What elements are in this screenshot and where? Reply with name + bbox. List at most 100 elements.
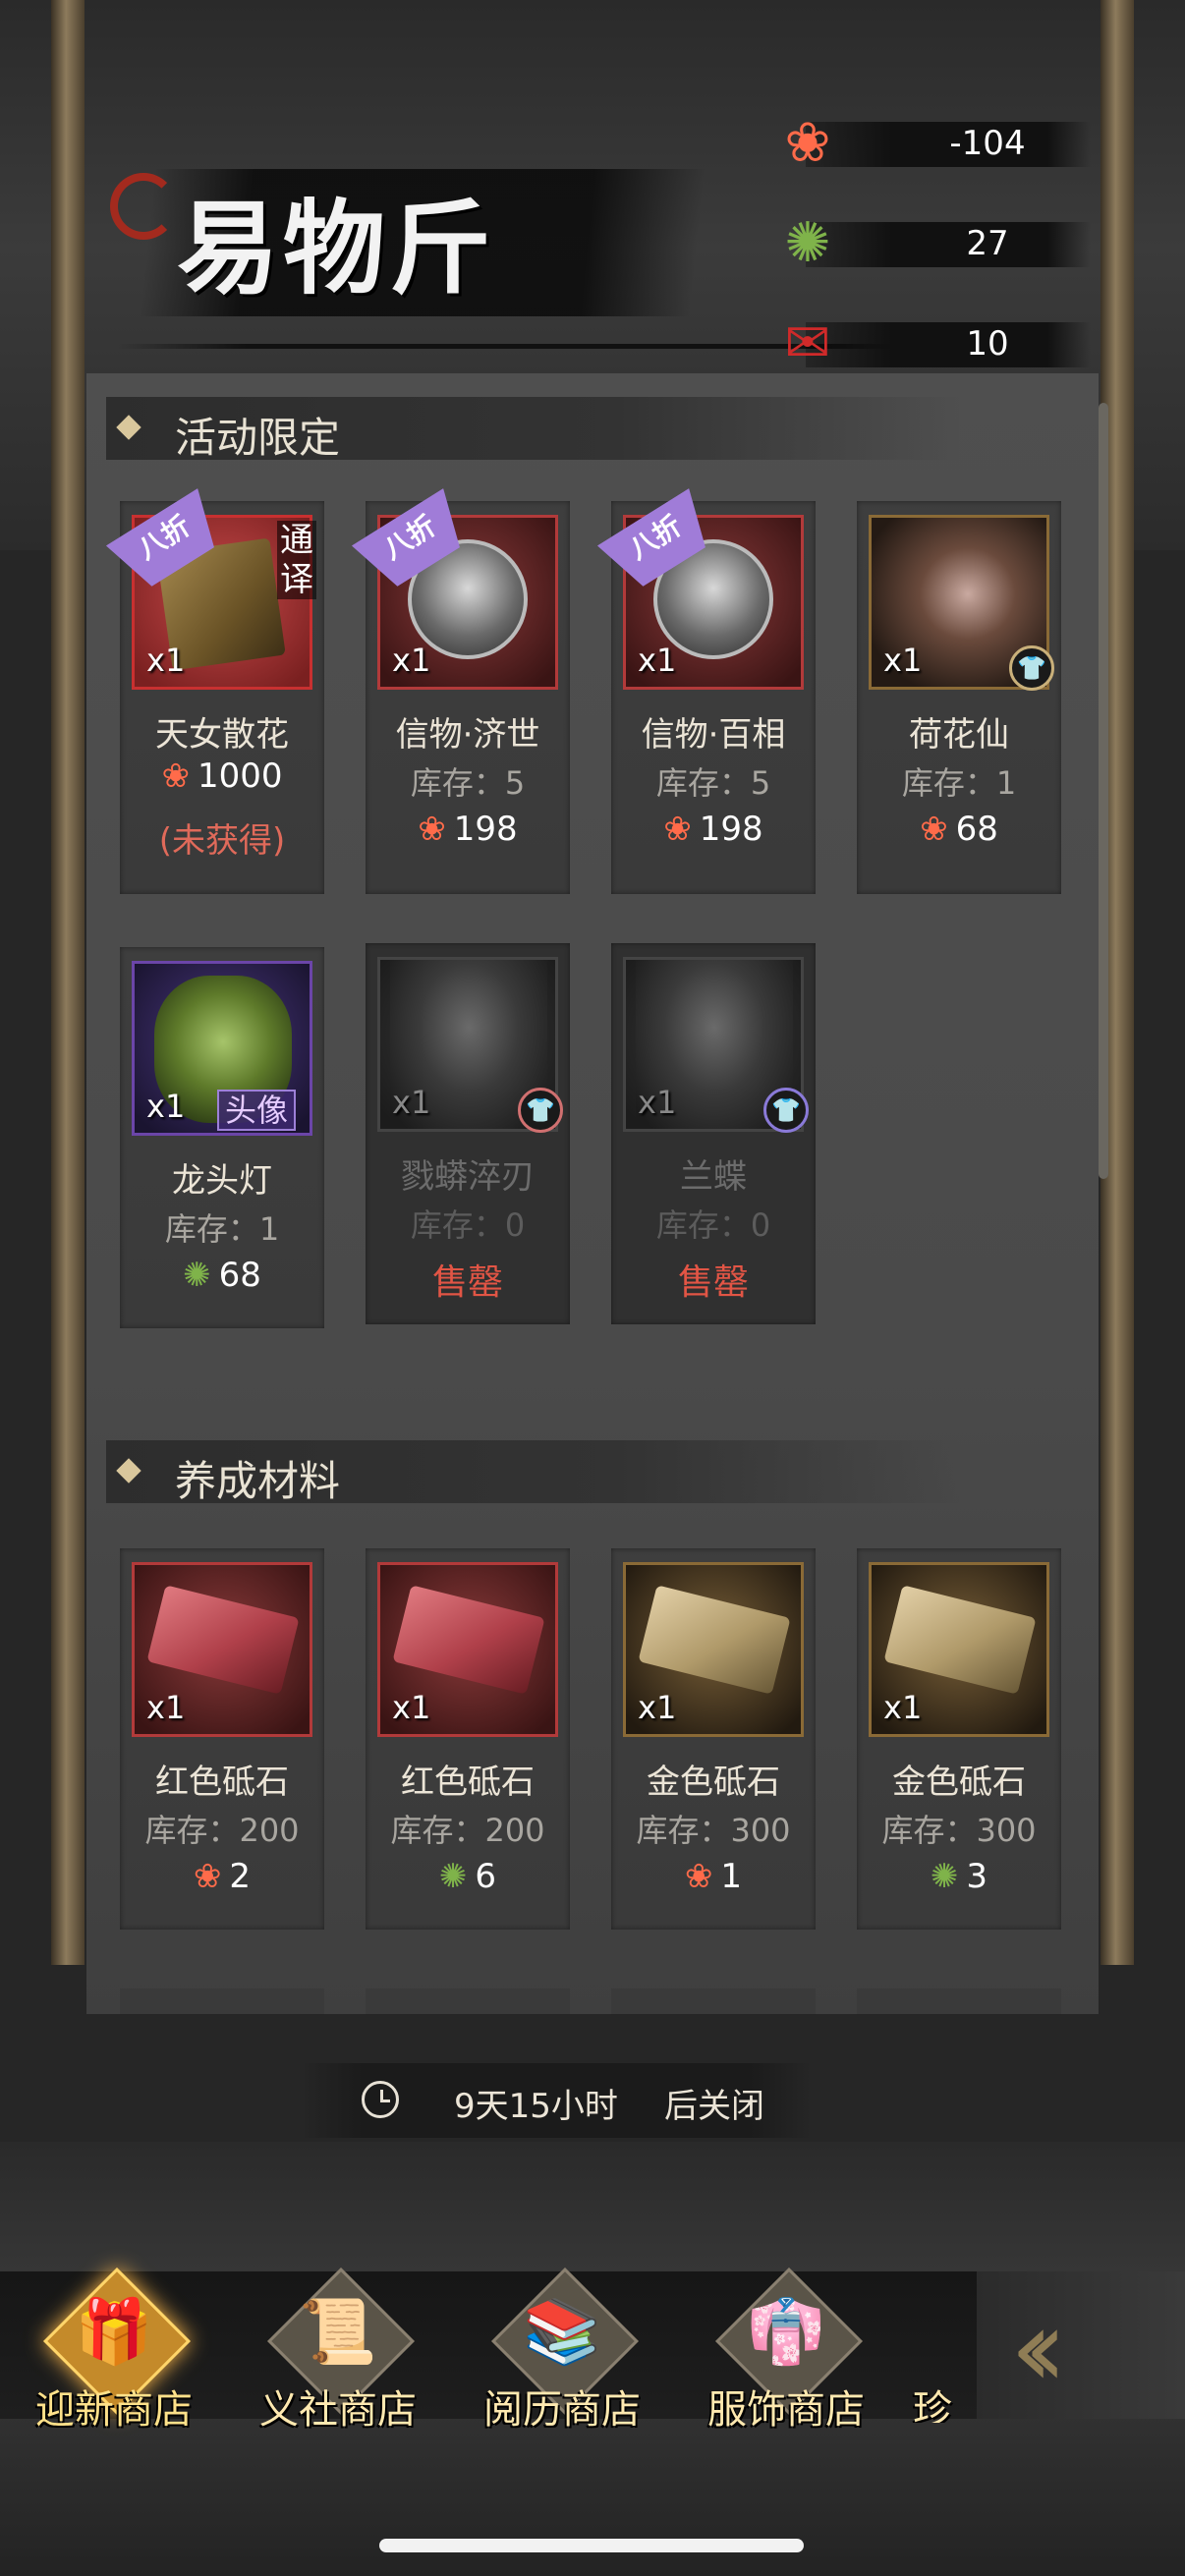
item-price: ❀ 198 (663, 810, 763, 849)
shop-item-card[interactable]: x1 头像 龙头灯 库存：1 ✺ 68 (120, 947, 324, 1328)
dragon-token-icon: ✺ (784, 211, 831, 275)
books-icon: 📚 (523, 2296, 601, 2369)
shop-item-card[interactable]: x1 八折 信物·百相 库存：5 ❀ 198 (611, 501, 816, 894)
item-price: ✺ 3 (930, 1857, 988, 1896)
item-quantity: x1 (883, 642, 923, 679)
tab-apparel-shop[interactable]: 👘 服饰商店 (686, 2268, 892, 2433)
item-frame: x1 👕 (377, 957, 563, 1133)
shop-item-card[interactable]: x1 八折 通译 天女散花 ❀ 1000 (未获得) (120, 501, 324, 894)
outfit-icon: 👕 (518, 1088, 563, 1133)
item-name: 红色砥石 (401, 1763, 535, 1802)
item-name: 红色砥石 (155, 1763, 289, 1802)
page-title: 易物斤 (177, 188, 496, 308)
item-stock: 库存：5 (410, 764, 526, 802)
item-quantity: x1 (392, 642, 431, 679)
lotus-icon: ❀ (920, 810, 948, 849)
outfit-icon: 👕 (763, 1088, 809, 1133)
shop-item-card-sold-out[interactable]: x1 👕 兰蝶 库存：0 售罄 (611, 943, 816, 1324)
item-price: ✺ 68 (183, 1256, 261, 1295)
lotus-icon: ❀ (784, 111, 831, 175)
item-quantity: x1 (638, 642, 677, 679)
item-frame: x1 (377, 1562, 558, 1737)
item-price: ❀ 1 (684, 1857, 743, 1896)
timer-suffix: 后关闭 (664, 2087, 764, 2126)
section-title: 养成材料 (175, 1457, 341, 1505)
close-timer: 9天15小时 后关闭 (301, 2063, 812, 2138)
item-quantity: x1 (638, 1689, 677, 1726)
item-quantity: x1 (146, 642, 186, 679)
currency-value: -104 (949, 124, 1026, 163)
item-stock: 库存：300 (881, 1812, 1037, 1849)
treasure-chest-icon: 🎁 (75, 2296, 153, 2369)
timer-remaining: 9天15小时 (454, 2087, 618, 2126)
currency-lotus: ❀ -104 (776, 112, 1091, 175)
lotus-icon: ❀ (663, 810, 692, 849)
item-quantity: x1 (146, 1689, 186, 1726)
next-row-card-peek (857, 1988, 1061, 2014)
dragon-token-icon: ✺ (930, 1857, 959, 1896)
item-frame: x1 (869, 1562, 1049, 1737)
lotus-icon: ❀ (418, 810, 446, 849)
tab-society-shop[interactable]: 📜 义社商店 (238, 2268, 444, 2433)
tab-label: 迎新商店 (35, 2387, 193, 2433)
fortune-bag-icon: ✉ (784, 311, 831, 375)
item-frame: x1 头像 (132, 961, 312, 1136)
item-quantity: x1 (638, 1084, 677, 1121)
item-name: 兰蝶 (680, 1157, 747, 1197)
next-row-card-peek (120, 1988, 324, 2014)
item-frame: x1 👕 (623, 957, 809, 1133)
whetstone-icon (638, 1585, 791, 1695)
item-stock: 库存：5 (655, 764, 771, 802)
sold-out-label: 售罄 (677, 1262, 749, 1303)
lotus-icon: ❀ (684, 1857, 713, 1896)
next-row-card-peek (611, 1988, 816, 2014)
item-name: 天女散花 (155, 715, 289, 755)
home-indicator[interactable] (379, 2539, 804, 2552)
section-title: 活动限定 (175, 414, 341, 462)
item-stock: 库存：0 (410, 1206, 526, 1244)
scroll-tabs-button[interactable]: ‹‹ (977, 2271, 1185, 2419)
scrollbar[interactable] (1099, 403, 1108, 1179)
currency-value: 27 (966, 224, 1009, 263)
item-frame: x1 (132, 1562, 312, 1737)
shop-item-card[interactable]: x1 金色砥石 库存：300 ✺ 3 (857, 1548, 1061, 1930)
item-quantity: x1 (392, 1084, 431, 1121)
tab-label: 阅历商店 (483, 2387, 641, 2433)
tab-treasure-shop[interactable]: 珍 (888, 2275, 977, 2423)
lotus-icon: ❀ (161, 756, 190, 796)
currency-fortune: ✉ 10 (776, 312, 1091, 375)
diamond-icon (116, 415, 141, 440)
item-name: 信物·百相 (641, 715, 786, 755)
outfit-icon: 👕 (1009, 645, 1054, 691)
item-name: 荷花仙 (909, 715, 1009, 755)
shop-item-card-sold-out[interactable]: x1 👕 戮蟒淬刃 库存：0 售罄 (366, 943, 570, 1324)
clock-icon (362, 2081, 399, 2118)
whetstone-icon (883, 1585, 1037, 1695)
not-owned-note: (未获得) (158, 821, 286, 861)
shop-item-card[interactable]: x1 八折 信物·济世 库存：5 ❀ 198 (366, 501, 570, 894)
item-price: ❀ 2 (193, 1857, 252, 1896)
tab-experience-shop[interactable]: 📚 阅历商店 (462, 2268, 668, 2433)
item-stock: 库存：200 (144, 1812, 300, 1849)
shop-item-card[interactable]: x1 👕 荷花仙 库存：1 ❀ 68 (857, 501, 1061, 894)
side-label: 通译 (277, 521, 316, 599)
scroll-icon: 📜 (299, 2296, 377, 2369)
item-name: 信物·济世 (395, 715, 540, 755)
currency-dragon: ✺ 27 (776, 212, 1091, 275)
tab-label: 服饰商店 (707, 2387, 865, 2433)
item-name: 金色砥石 (892, 1763, 1026, 1802)
item-name: 龙头灯 (172, 1161, 272, 1201)
tab-welcome-shop[interactable]: 🎁 迎新商店 (14, 2268, 220, 2433)
currency-value: 10 (966, 324, 1009, 364)
section-header-materials: 养成材料 (106, 1440, 961, 1505)
tab-label: 珍 (913, 2387, 952, 2423)
item-name: 金色砥石 (647, 1763, 780, 1802)
shop-item-card[interactable]: x1 金色砥石 库存：300 ❀ 1 (611, 1548, 816, 1930)
shop-item-card[interactable]: x1 红色砥石 库存：200 ❀ 2 (120, 1548, 324, 1930)
item-stock: 库存：1 (901, 764, 1017, 802)
item-quantity: x1 (146, 1088, 186, 1125)
item-price: ❀ 68 (920, 810, 998, 849)
title-swirl-icon (110, 173, 177, 240)
whetstone-icon (146, 1585, 300, 1695)
shop-item-card[interactable]: x1 红色砥石 库存：200 ✺ 6 (366, 1548, 570, 1930)
